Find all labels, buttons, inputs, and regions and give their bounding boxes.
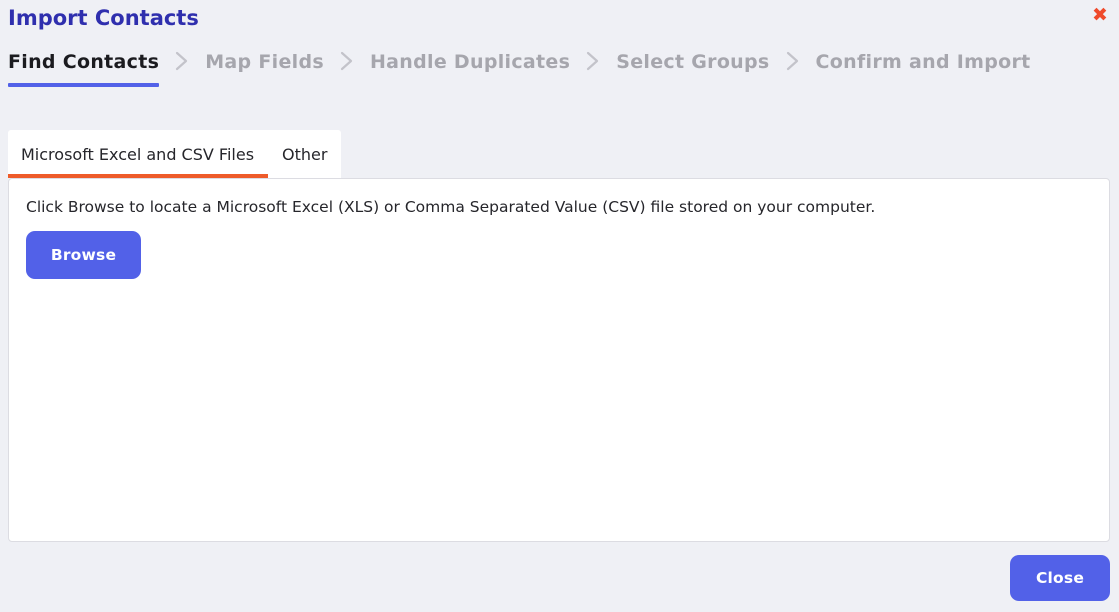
tab-microsoft-excel-and-csv-files[interactable]: Microsoft Excel and CSV Files — [8, 130, 269, 178]
tab-label: Microsoft Excel and CSV Files — [21, 144, 255, 164]
dialog-footer: Close — [0, 542, 1119, 612]
step-map-fields[interactable]: Map Fields — [205, 50, 324, 74]
close-icon[interactable]: ✖ — [1089, 4, 1111, 26]
close-button[interactable]: Close — [1010, 555, 1110, 601]
step-label: Select Groups — [616, 51, 770, 73]
content-panel: Click Browse to locate a Microsoft Excel… — [8, 178, 1110, 542]
chevron-right-icon — [175, 50, 189, 72]
instruction-text: Click Browse to locate a Microsoft Excel… — [26, 198, 876, 216]
step-find-contacts[interactable]: Find Contacts — [8, 50, 160, 87]
tab-other[interactable]: Other — [268, 130, 341, 178]
step-label: Find Contacts — [8, 51, 160, 73]
browse-button[interactable]: Browse — [26, 231, 141, 279]
tab-bar: Microsoft Excel and CSV Files Other — [8, 130, 342, 178]
page-title: Import Contacts — [8, 6, 199, 30]
chevron-right-icon — [586, 50, 600, 72]
chevron-right-icon — [786, 50, 800, 72]
step-label: Handle Duplicates — [369, 51, 571, 73]
step-confirm-and-import[interactable]: Confirm and Import — [816, 50, 1031, 74]
step-label: Confirm and Import — [815, 51, 1031, 73]
tab-label: Other — [282, 144, 328, 164]
chevron-right-icon — [340, 50, 354, 72]
step-handle-duplicates[interactable]: Handle Duplicates — [370, 50, 570, 74]
breadcrumb: Find Contacts Map Fields Handle Duplicat… — [8, 50, 1031, 92]
step-label: Map Fields — [205, 51, 324, 73]
step-active-underline — [8, 83, 160, 87]
step-select-groups[interactable]: Select Groups — [616, 50, 769, 74]
dialog-header: Import Contacts ✖ — [0, 0, 1119, 42]
